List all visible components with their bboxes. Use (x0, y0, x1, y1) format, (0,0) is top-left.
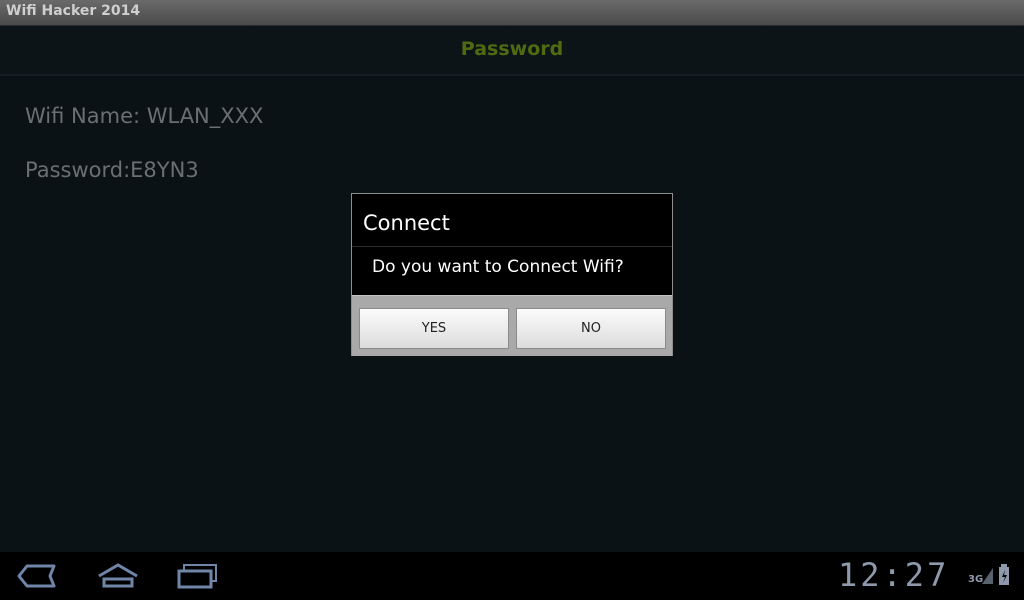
yes-button[interactable]: YES (359, 308, 509, 349)
connect-dialog: Connect Do you want to Connect Wifi? YES… (351, 193, 673, 356)
home-icon[interactable] (96, 562, 140, 590)
signal-icon (982, 568, 993, 584)
recent-apps-icon[interactable] (176, 562, 220, 590)
password-text: Password:E8YN3 (25, 158, 199, 182)
dialog-button-bar: YES NO (352, 295, 672, 356)
clock: 12:27 (838, 556, 950, 594)
battery-icon (999, 564, 1009, 585)
dialog-message: Do you want to Connect Wifi? (372, 257, 624, 277)
system-nav-bar: 12:27 3G (0, 552, 1024, 600)
no-button[interactable]: NO (516, 308, 666, 349)
window-title: Wifi Hacker 2014 (6, 3, 141, 19)
wifi-name-text: Wifi Name: WLAN_XXX (25, 104, 264, 128)
action-bar: Password (0, 26, 1024, 76)
page-title: Password (460, 38, 564, 60)
dialog-title: Connect (363, 211, 450, 235)
back-icon[interactable] (16, 562, 58, 590)
dialog-divider (352, 246, 672, 247)
window-title-bar: Wifi Hacker 2014 (0, 0, 1024, 26)
